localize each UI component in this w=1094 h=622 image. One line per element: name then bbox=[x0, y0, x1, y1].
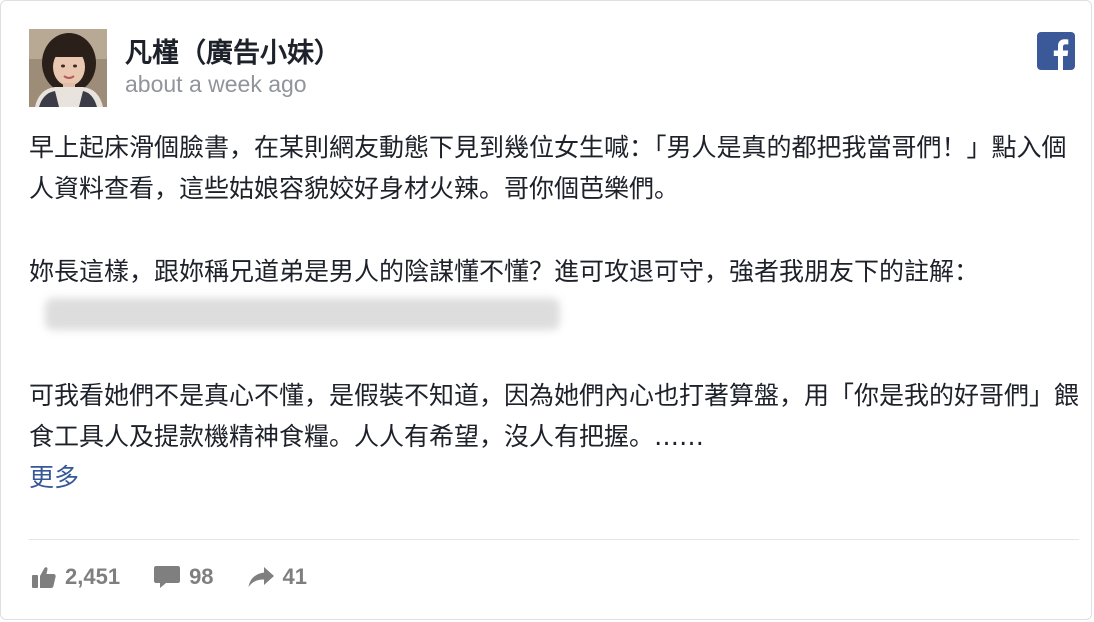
blurred-redacted-text bbox=[45, 298, 560, 330]
post-body: 早上起床滑個臉書，在某則網友動態下見到幾位女生喊：「男人是真的都把我當哥們！」點… bbox=[29, 127, 1079, 498]
like-count-button[interactable]: 2,451 bbox=[31, 564, 120, 590]
post-paragraph-1: 早上起床滑個臉書，在某則網友動態下見到幾位女生喊：「男人是真的都把我當哥們！」點… bbox=[29, 133, 1067, 203]
post-paragraph-3-text: 可我看她們不是真心不懂，是假裝不知道，因為她們內心也打著算盤，用「你是我的好哥們… bbox=[29, 381, 1080, 451]
share-arrow-icon bbox=[248, 567, 274, 587]
share-count: 41 bbox=[282, 564, 308, 589]
post-timestamp[interactable]: about a week ago bbox=[125, 71, 307, 98]
like-count: 2,451 bbox=[65, 564, 121, 589]
post-paragraph-3: 可我看她們不是真心不懂，是假裝不知道，因為她們內心也打著算盤，用「你是我的好哥們… bbox=[29, 375, 1079, 498]
author-name-link[interactable]: 凡槿（廣告小妹） bbox=[125, 38, 341, 69]
post-paragraph-2-text: 妳長這樣，跟妳稱兄道弟是男人的陰謀懂不懂？進可攻退可守，強者我朋友下的註解： bbox=[29, 257, 980, 286]
facebook-logo-icon[interactable] bbox=[1037, 32, 1075, 70]
see-more-link[interactable]: 更多 bbox=[29, 463, 79, 492]
comment-bubble-icon bbox=[154, 566, 181, 588]
thumbs-up-icon bbox=[32, 567, 56, 588]
post-stats-bar: 2,451 98 41 bbox=[31, 564, 340, 590]
comment-count-button[interactable]: 98 bbox=[153, 564, 214, 590]
author-name[interactable]: 凡槿（廣告小妹） bbox=[125, 31, 341, 70]
author-avatar[interactable] bbox=[29, 29, 107, 107]
footer-divider bbox=[29, 539, 1079, 540]
post-paragraph-2: 妳長這樣，跟妳稱兄道弟是男人的陰謀懂不懂？進可攻退可守，強者我朋友下的註解： bbox=[29, 251, 1079, 333]
facebook-post-card: 凡槿（廣告小妹） about a week ago 早上起床滑個臉書，在某則網友… bbox=[0, 0, 1092, 620]
share-count-button[interactable]: 41 bbox=[247, 564, 307, 590]
comment-count: 98 bbox=[189, 564, 214, 589]
